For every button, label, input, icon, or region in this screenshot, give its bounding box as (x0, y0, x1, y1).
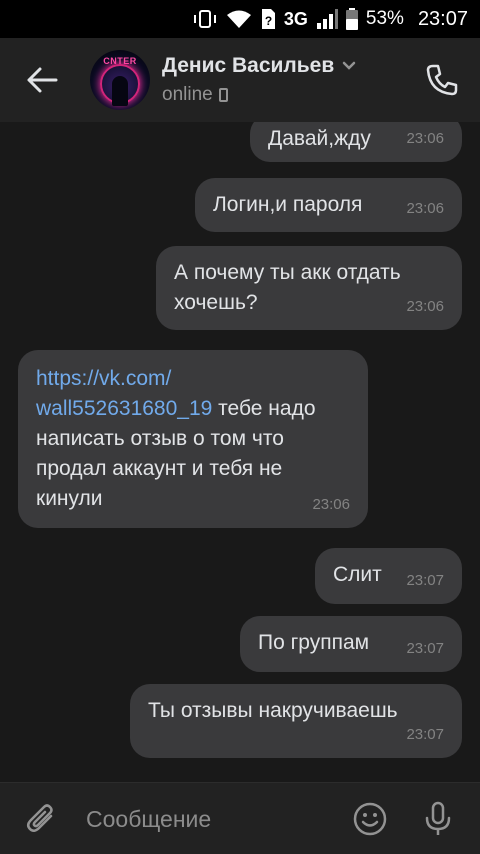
network-type: 3G (283, 8, 308, 29)
message-text-line: кинули (36, 487, 103, 510)
message-text: Слит (333, 563, 382, 586)
message-text-line: написать отзыв о том что (36, 427, 284, 450)
status-bar: ? 3G 53% 23:07 (0, 0, 480, 38)
no-sim-icon: ? (260, 8, 276, 30)
message-text: Давай,жду (268, 127, 371, 150)
message-text-line: продал аккаунт и тебя не (36, 457, 283, 480)
message-time: 23:07 (406, 572, 444, 589)
mobile-phone-icon (218, 88, 228, 102)
microphone-icon (425, 801, 451, 835)
message-time: 23:06 (406, 200, 444, 217)
contact-name-row: Денис Васильев (162, 54, 356, 78)
message-time: 23:06 (406, 130, 444, 147)
message-bubble[interactable]: Логин,и пароля 23:06 (195, 178, 462, 232)
contact-status: online (162, 84, 213, 105)
message-input[interactable] (78, 797, 338, 841)
message-time: 23:06 (406, 298, 444, 315)
message-bubble[interactable]: https://vk.com/ wall552631680_19 тебе на… (18, 350, 368, 528)
message-text: Ты отзывы накручиваешь (148, 699, 398, 722)
svg-text:?: ? (265, 14, 272, 28)
message-text: тебе надо (212, 397, 316, 420)
back-arrow-icon (27, 67, 58, 93)
call-button[interactable] (420, 58, 464, 102)
paperclip-icon (27, 804, 53, 832)
signal-icon (316, 9, 338, 29)
phone-call-icon (426, 64, 458, 96)
contact-name: Денис Васильев (162, 54, 335, 77)
message-time: 23:07 (406, 640, 444, 657)
contact-info[interactable]: Денис Васильев online (162, 54, 356, 106)
message-time: 23:07 (406, 726, 444, 743)
contact-status-row: online (162, 84, 356, 106)
message-text-line: А почему ты акк отдать (174, 261, 401, 284)
message-link[interactable]: wall552631680_19 (36, 397, 212, 420)
message-bubble[interactable]: Слит 23:07 (315, 548, 462, 604)
chat-header: CNTER Денис Васильев online (0, 38, 480, 122)
avatar[interactable]: CNTER (90, 50, 150, 110)
message-text-line: wall552631680_19 тебе надо (36, 394, 316, 424)
message-text: По группам (258, 631, 370, 654)
message-text: Логин,и пароля (213, 193, 363, 216)
avatar-figure (112, 76, 128, 106)
message-list[interactable]: Давай,жду 23:06 Логин,и пароля 23:06 А п… (0, 122, 480, 782)
message-bubble[interactable]: Ты отзывы накручиваешь 23:07 (130, 684, 462, 758)
vibrate-icon (192, 9, 218, 29)
wifi-icon (226, 9, 252, 29)
battery-percent: 53% (365, 8, 404, 29)
message-bubble[interactable]: А почему ты акк отдать хочешь? 23:06 (156, 246, 462, 330)
message-text-line: хочешь? (174, 291, 258, 314)
back-button[interactable] (22, 60, 62, 100)
message-bubble[interactable]: Давай,жду 23:06 (250, 122, 462, 162)
voice-message-button[interactable] (418, 799, 458, 839)
chevron-down-icon (343, 61, 356, 70)
message-time: 23:06 (312, 496, 350, 513)
clock: 23:07 (417, 7, 468, 30)
message-link[interactable]: https://vk.com/ (36, 364, 171, 394)
emoji-button[interactable] (350, 799, 390, 839)
emoji-icon (353, 802, 387, 836)
message-bubble[interactable]: По группам 23:07 (240, 616, 462, 672)
battery-icon (345, 8, 358, 30)
attach-button[interactable] (22, 799, 62, 839)
composer (0, 782, 480, 854)
